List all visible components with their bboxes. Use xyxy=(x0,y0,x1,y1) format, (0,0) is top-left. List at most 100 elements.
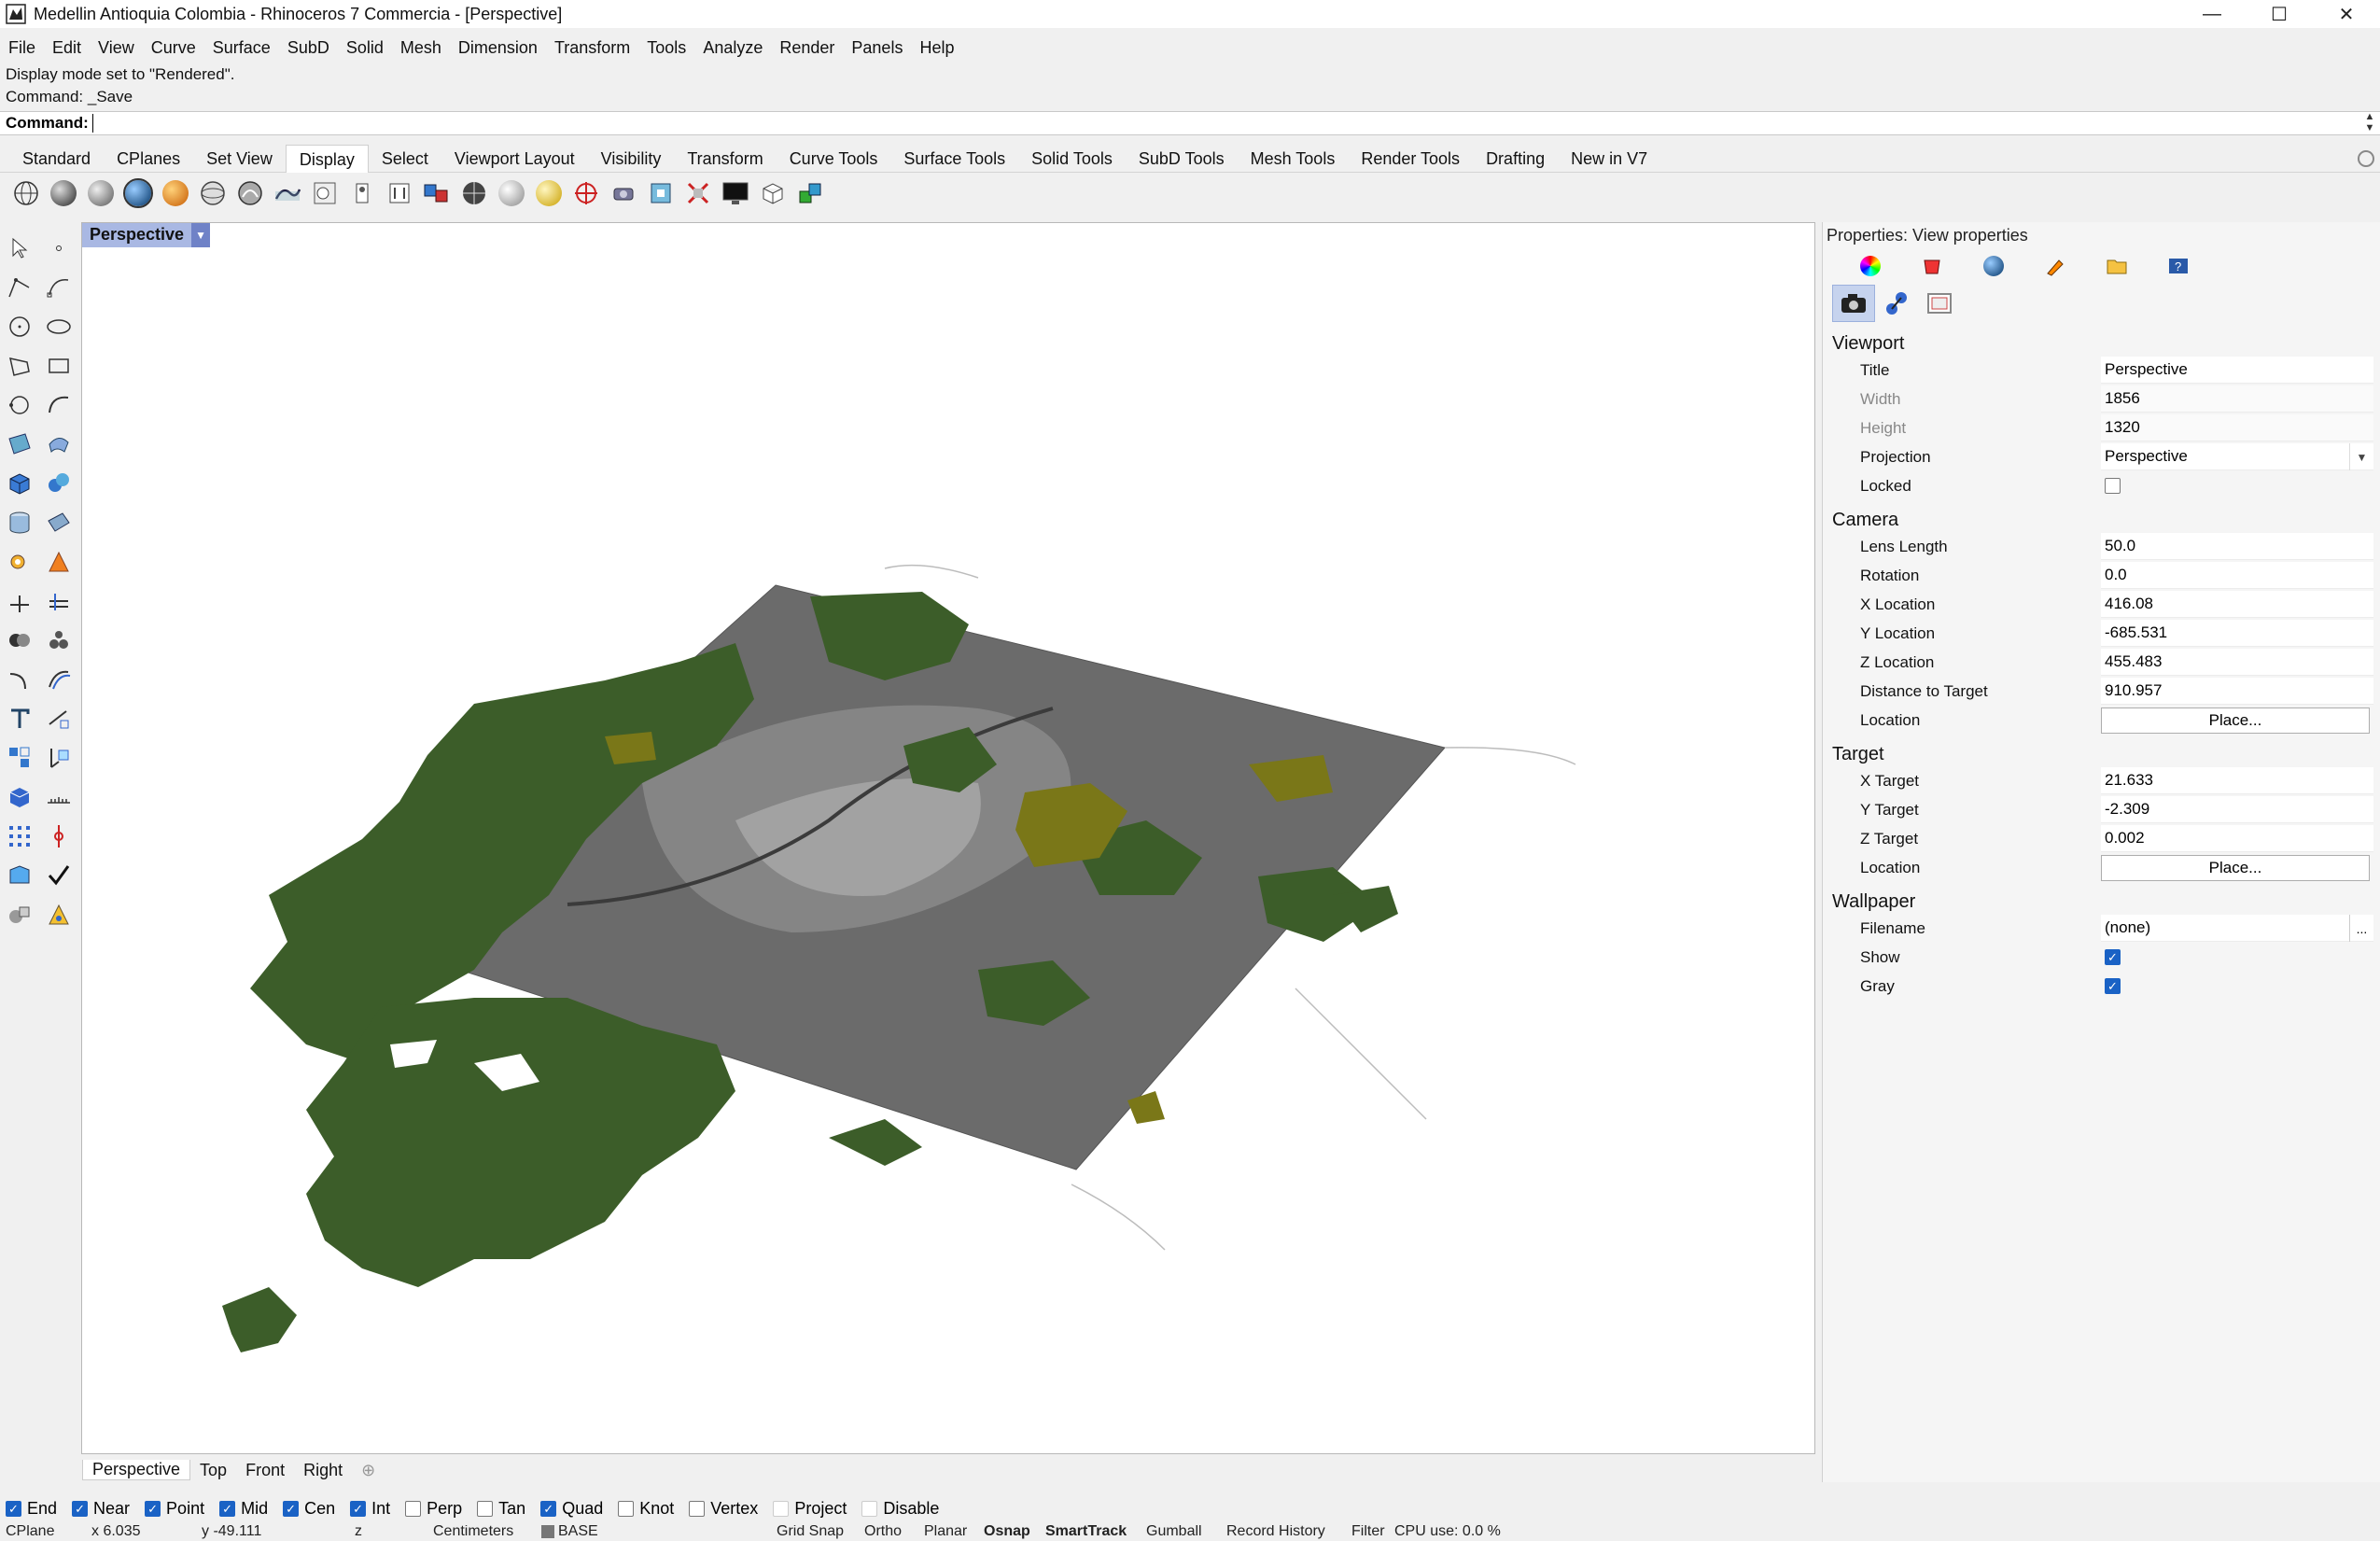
filename-field[interactable]: (none)... xyxy=(2101,915,2373,942)
perspective-viewport[interactable]: Perspective ▼ xyxy=(81,222,1815,1454)
monochrome-icon[interactable] xyxy=(381,177,418,209)
menu-transform[interactable]: Transform xyxy=(546,38,638,58)
osnap-near[interactable]: ✓ Near xyxy=(72,1499,130,1519)
menu-render[interactable]: Render xyxy=(771,38,843,58)
shaded-icon[interactable] xyxy=(45,177,82,209)
osnap-project-checkbox[interactable] xyxy=(773,1500,790,1517)
curve-icon[interactable] xyxy=(39,268,78,307)
y-location-field[interactable]: -685.531 xyxy=(2101,620,2373,647)
menu-curve[interactable]: Curve xyxy=(143,38,204,58)
tab-display[interactable]: Display xyxy=(285,144,369,173)
status-osnap[interactable]: Osnap xyxy=(984,1525,1030,1540)
menu-dimension[interactable]: Dimension xyxy=(450,38,546,58)
analyze-icon[interactable] xyxy=(0,856,39,895)
lens-length-field[interactable]: 50.0 xyxy=(2101,533,2373,560)
osnap-knot-checkbox[interactable] xyxy=(618,1500,635,1517)
command-input[interactable] xyxy=(91,114,2332,133)
osnap-vertex-checkbox[interactable] xyxy=(689,1500,706,1517)
ghosted-icon[interactable] xyxy=(119,177,157,209)
rotation-field[interactable]: 0.0 xyxy=(2101,562,2373,589)
map-scene[interactable] xyxy=(82,223,1815,1454)
osnap-disable[interactable]: Disable xyxy=(861,1499,939,1519)
environment-icon[interactable] xyxy=(493,177,530,209)
camera-icon[interactable] xyxy=(605,177,642,209)
z-location-field[interactable]: 455.483 xyxy=(2101,649,2373,676)
gear-tool-icon[interactable] xyxy=(0,542,39,581)
transform-icon[interactable] xyxy=(39,738,78,778)
z-target-field[interactable]: 0.002 xyxy=(2101,825,2373,852)
camera-place-button[interactable]: Place... xyxy=(2101,707,2370,734)
menu-mesh[interactable]: Mesh xyxy=(392,38,450,58)
tab-new-in-v7[interactable]: New in V7 xyxy=(1558,145,1660,173)
tab-set-view[interactable]: Set View xyxy=(193,145,286,173)
cplane-icon[interactable] xyxy=(567,177,605,209)
osnap-near-checkbox[interactable]: ✓ xyxy=(72,1500,89,1517)
osnap-quad-checkbox[interactable]: ✓ xyxy=(540,1500,557,1517)
monitor-icon[interactable] xyxy=(717,177,754,209)
status-ortho[interactable]: Ortho xyxy=(864,1525,902,1540)
paintbrush-icon[interactable] xyxy=(2024,250,2086,282)
target-place-button[interactable]: Place... xyxy=(2101,854,2370,881)
solid-tools-icon[interactable] xyxy=(0,778,39,817)
sun-icon[interactable] xyxy=(530,177,567,209)
trim-icon[interactable] xyxy=(0,581,39,621)
locked-checkbox[interactable] xyxy=(2105,478,2121,494)
text-icon[interactable] xyxy=(0,699,39,738)
grid-points-icon[interactable] xyxy=(0,817,39,856)
distance-to-target-field[interactable]: 910.957 xyxy=(2101,678,2373,705)
osnap-knot[interactable]: Knot xyxy=(618,1499,674,1519)
menu-solid[interactable]: Solid xyxy=(338,38,392,58)
gumball-icon[interactable] xyxy=(39,817,78,856)
tab-front[interactable]: Front xyxy=(236,1461,294,1480)
osnap-cen-checkbox[interactable]: ✓ xyxy=(283,1500,300,1517)
osnap-end-checkbox[interactable]: ✓ xyxy=(6,1500,21,1517)
tab-surface-tools[interactable]: Surface Tools xyxy=(890,145,1018,173)
ellipse-icon[interactable] xyxy=(39,307,78,346)
osnap-point[interactable]: ✓ Point xyxy=(145,1499,204,1519)
osnap-project[interactable]: Project xyxy=(773,1499,847,1519)
osnap-mid-checkbox[interactable]: ✓ xyxy=(219,1500,236,1517)
group-icon[interactable] xyxy=(39,621,78,660)
title-field[interactable]: Perspective xyxy=(2101,357,2373,384)
menu-surface[interactable]: Surface xyxy=(204,38,279,58)
minimize-button[interactable]: — xyxy=(2178,0,2246,28)
show-checkbox[interactable]: ✓ xyxy=(2105,949,2121,965)
osnap-end[interactable]: ✓ End xyxy=(6,1499,57,1519)
fillet-icon[interactable] xyxy=(0,660,39,699)
tab-drafting[interactable]: Drafting xyxy=(1473,145,1558,173)
array-icon[interactable] xyxy=(0,738,39,778)
tab-top[interactable]: Top xyxy=(190,1461,236,1480)
select-arrow-icon[interactable] xyxy=(0,229,39,268)
osnap-mid[interactable]: ✓ Mid xyxy=(219,1499,268,1519)
tab-subd-tools[interactable]: SubD Tools xyxy=(1126,145,1238,173)
help-icon[interactable]: ? xyxy=(2148,250,2209,282)
menu-panels[interactable]: Panels xyxy=(843,38,911,58)
menu-edit[interactable]: Edit xyxy=(44,38,90,58)
tab-right[interactable]: Right xyxy=(294,1461,352,1480)
environment-icon[interactable] xyxy=(1963,250,2024,282)
chevron-down-icon[interactable]: ▼ xyxy=(191,223,211,247)
osnap-int[interactable]: ✓ Int xyxy=(350,1499,390,1519)
tab-mesh-tools[interactable]: Mesh Tools xyxy=(1238,145,1349,173)
osnap-quad[interactable]: ✓ Quad xyxy=(540,1499,603,1519)
menu-subd[interactable]: SubD xyxy=(279,38,338,58)
status-layer[interactable]: BASE xyxy=(541,1525,598,1540)
raytraced-icon[interactable] xyxy=(343,177,381,209)
projection-select[interactable]: Perspective ▼ xyxy=(2101,443,2373,470)
zoom-icon[interactable] xyxy=(642,177,679,209)
y-target-field[interactable]: -2.309 xyxy=(2101,796,2373,823)
split-icon[interactable] xyxy=(39,581,78,621)
tab-select[interactable]: Select xyxy=(369,145,441,173)
viewport-frame-icon[interactable] xyxy=(1918,285,1961,322)
status-planar[interactable]: Planar xyxy=(924,1525,967,1540)
technical-icon[interactable] xyxy=(194,177,231,209)
tab-render-tools[interactable]: Render Tools xyxy=(1348,145,1473,173)
pen-icon[interactable] xyxy=(269,177,306,209)
tab-perspective[interactable]: Perspective xyxy=(82,1460,191,1480)
status-gumball[interactable]: Gumball xyxy=(1146,1525,1202,1540)
offset-icon[interactable] xyxy=(39,660,78,699)
menu-file[interactable]: File xyxy=(0,38,44,58)
status-record-history[interactable]: Record History xyxy=(1226,1525,1325,1540)
status-grid-snap[interactable]: Grid Snap xyxy=(777,1525,844,1540)
cylinder-icon[interactable] xyxy=(0,503,39,542)
